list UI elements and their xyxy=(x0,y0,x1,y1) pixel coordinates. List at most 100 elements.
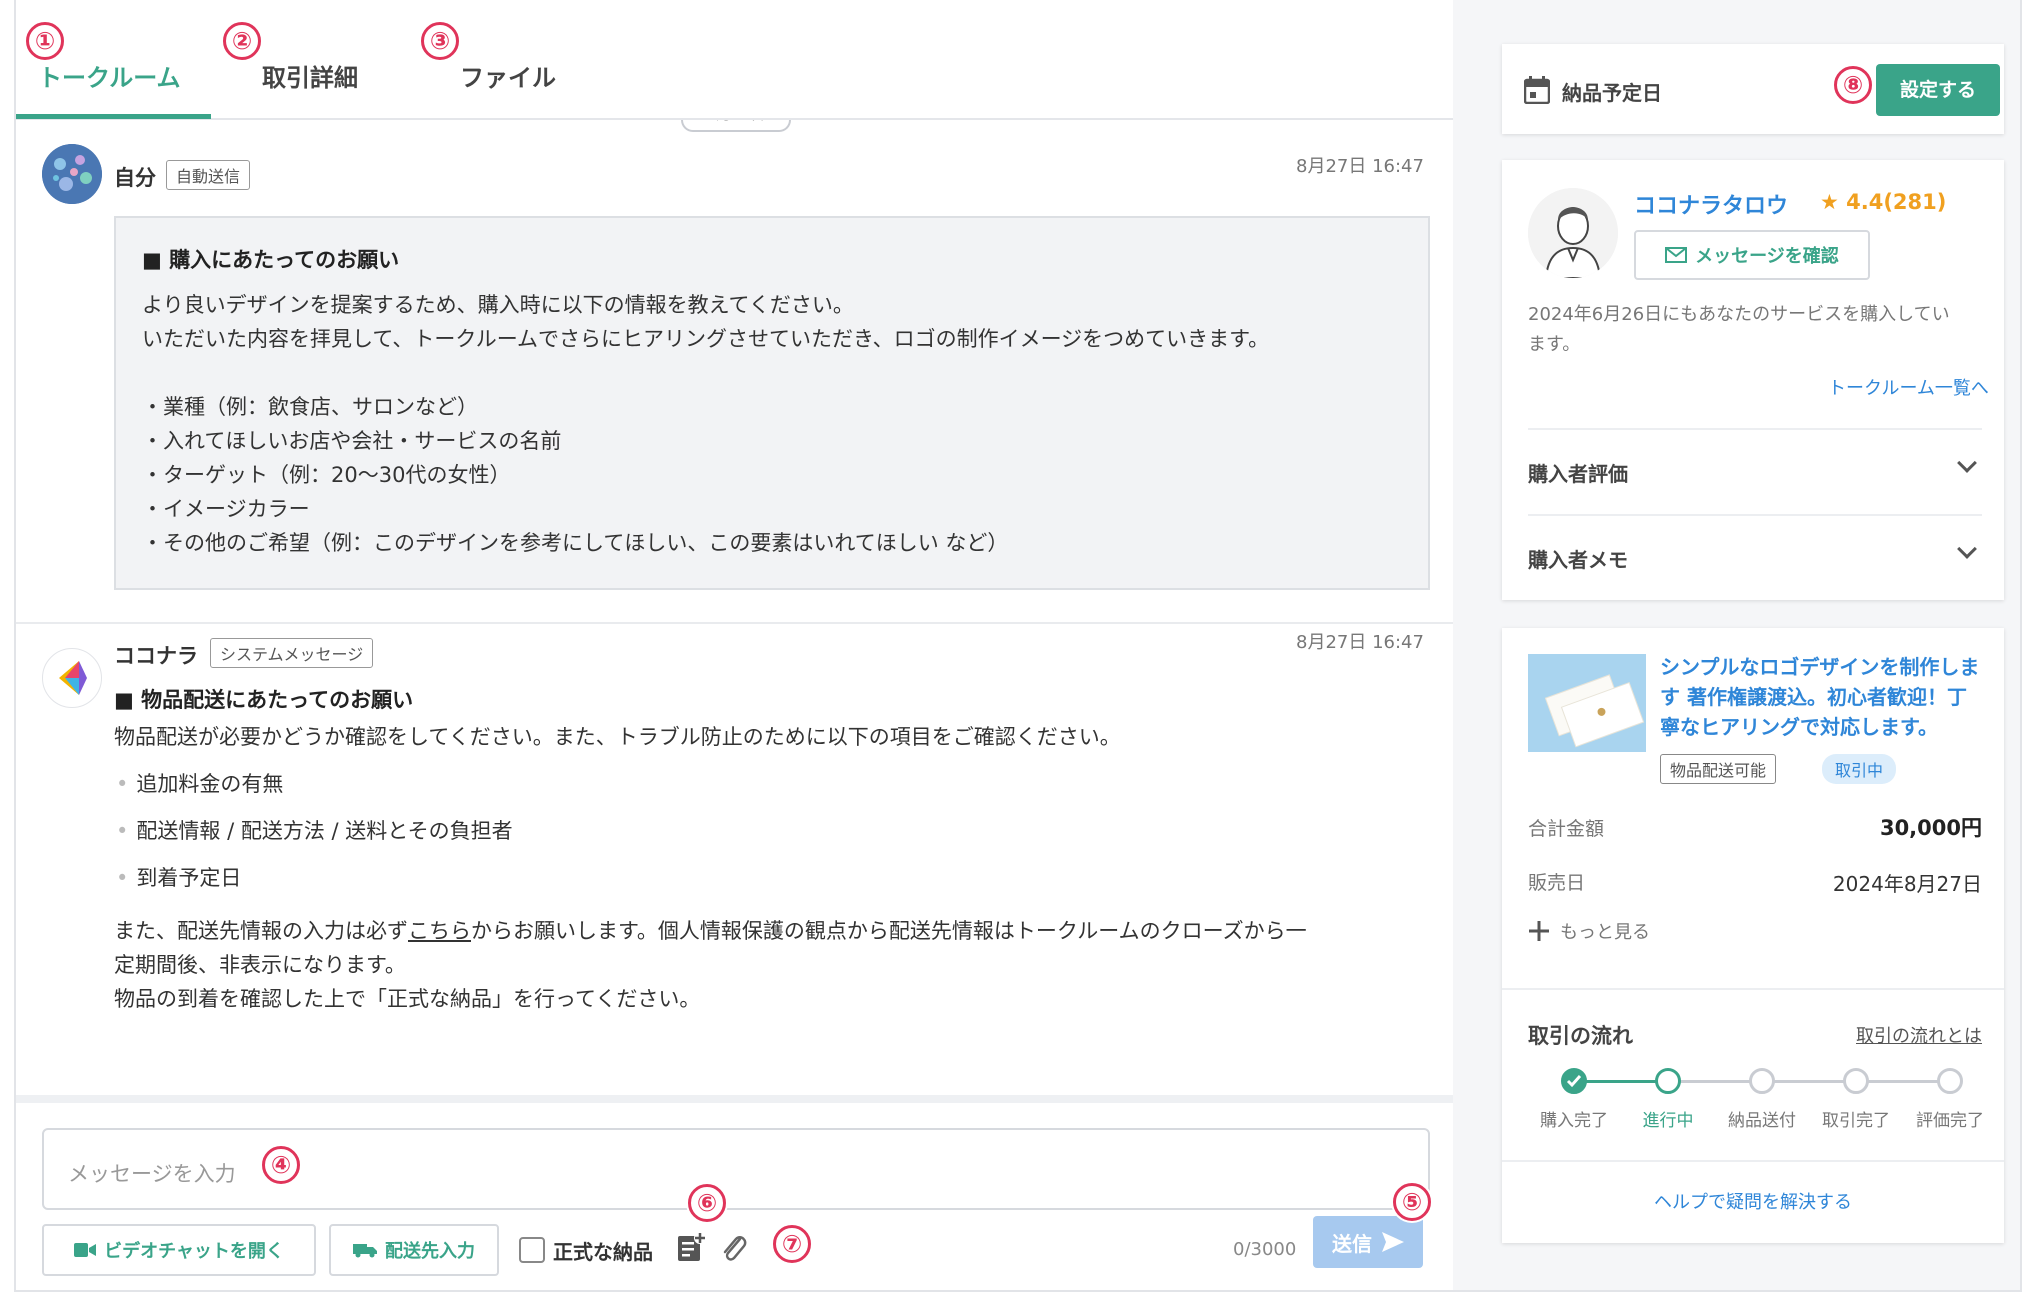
message-heading: ■ 物品配送にあたってのお願い xyxy=(114,688,414,712)
message-line: また、配送先情報の入力は必ずこちらからお願いします。個人情報保護の観点から配送先… xyxy=(114,914,1434,948)
message-line: より良いデザインを提案するため、購入時に以下の情報を教えてください。 xyxy=(142,293,854,317)
annotation-marker-1: ① xyxy=(26,22,64,60)
message-heading: ■ 購入にあたってのお願い xyxy=(142,248,400,272)
video-chat-button[interactable]: ビデオチャットを開く xyxy=(42,1224,316,1276)
annotation-marker-4: ④ xyxy=(262,1146,300,1184)
tab-bar: トークルーム 取引詳細 ファイル ① ② ③ xyxy=(16,0,1453,120)
service-title-line: シンプルなロゴデザインを制作しま xyxy=(1660,655,1980,679)
service-title-link[interactable]: シンプルなロゴデザインを制作しま す 著作権譲渡込。初心者歓迎！丁 寧なヒアリン… xyxy=(1660,652,1979,742)
avatar xyxy=(42,144,102,204)
list-item-text: 追加料金の有無 xyxy=(136,772,284,796)
flow-title: 取引の流れ xyxy=(1528,1024,1633,1048)
list-item: • 追加料金の有無 xyxy=(116,768,283,798)
bullet-dot: • xyxy=(116,772,129,796)
tab-talkroom[interactable]: トークルーム xyxy=(38,58,181,93)
message-input[interactable]: メッセージを入力 xyxy=(42,1128,1430,1210)
buyer-note: 2024年6月26日にもあなたのサービスを購入してい ます。 xyxy=(1528,300,1950,360)
step-pending-icon xyxy=(1749,1068,1775,1094)
service-title-line: す 著作権譲渡込。初心者歓迎！丁 xyxy=(1660,685,1967,709)
app-frame: トークルーム 取引詳細 ファイル ① ② ③ 8月27日 xyxy=(16,0,2020,1290)
paperclip-icon xyxy=(723,1236,747,1261)
service-thumbnail[interactable] xyxy=(1528,654,1646,752)
step-label: 購入完了 xyxy=(1540,1111,1608,1131)
divider xyxy=(1502,988,2004,990)
status-badge: 取引中 xyxy=(1822,754,1897,784)
show-more-label: もっと見る xyxy=(1560,922,1650,943)
shipping-address-label: 配送先入力 xyxy=(385,1241,475,1262)
shipping-info-link[interactable]: こちら xyxy=(408,919,471,943)
annotation-marker-7: ⑦ xyxy=(773,1225,811,1263)
document-add-icon[interactable] xyxy=(676,1231,706,1267)
step-label: 評価完了 xyxy=(1916,1111,1984,1131)
formal-delivery-label: 正式な納品 xyxy=(553,1240,653,1264)
message-body: ■ 購入にあたってのお願い より良いデザインを提案するため、購入時に以下の情報を… xyxy=(114,216,1430,590)
list-item: ・イメージカラー xyxy=(142,497,310,521)
list-item: ・入れてほしいお店や会社・サービスの名前 xyxy=(142,429,562,453)
attach-icon[interactable] xyxy=(720,1231,748,1269)
tab-files[interactable]: ファイル xyxy=(460,58,556,93)
list-item: ・ターゲット（例：20〜30代の女性） xyxy=(142,463,511,487)
buyer-note-line: ます。 xyxy=(1528,334,1581,355)
shipping-available-tag: 物品配送可能 xyxy=(1660,754,1777,784)
character-counter: 0/3000 xyxy=(1233,1239,1297,1260)
list-item-text: 到着予定日 xyxy=(136,866,242,890)
sale-date-value: 2024年8月27日 xyxy=(1832,872,1982,896)
annotation-marker-2: ② xyxy=(223,22,261,60)
message-item: ココナラ システムメッセージ 8月27日 16:47 ■ 物品配送にあたってのお… xyxy=(16,624,1453,1094)
talkroom-panel: トークルーム 取引詳細 ファイル ① ② ③ 8月27日 xyxy=(16,0,1453,1290)
sender-name: 自分 xyxy=(114,166,156,190)
annotation-marker-8: ⑧ xyxy=(1834,66,1872,104)
tab-transaction-details[interactable]: 取引詳細 xyxy=(262,58,358,93)
buyer-memo-accordion[interactable]: 購入者メモ xyxy=(1502,516,2004,600)
service-title-line: 寧なヒアリングで対応します。 xyxy=(1660,715,1938,739)
talkroom-list-link[interactable]: トークルーム一覧へ xyxy=(1828,374,1989,400)
step-label: 納品送付 xyxy=(1728,1111,1796,1131)
divider xyxy=(1502,1160,2004,1162)
chevron-down-icon xyxy=(1957,453,1977,473)
video-chat-label: ビデオチャットを開く xyxy=(104,1241,284,1262)
list-item: • 到着予定日 xyxy=(116,862,241,892)
annotation-marker-3: ③ xyxy=(421,22,459,60)
sale-date-label: 販売日 xyxy=(1528,872,1586,894)
buyer-card: ココナラタロウ ★ 4.4(281) メッセージを確認 2024年6月26日にも… xyxy=(1502,160,2004,600)
text-segment: また、配送先情報の入力は必ず xyxy=(114,919,408,943)
plus-icon xyxy=(1529,921,1549,941)
avatar xyxy=(42,648,102,708)
check-icon xyxy=(1566,1075,1582,1088)
help-link[interactable]: ヘルプで疑問を解決する xyxy=(1502,1188,2004,1214)
send-button[interactable]: 送信 xyxy=(1313,1216,1423,1268)
bullet-dot: • xyxy=(116,866,129,890)
shipping-address-button[interactable]: 配送先入力 xyxy=(329,1224,499,1276)
list-item: • 配送情報 / 配送方法 / 送料とその負担者 xyxy=(116,815,513,845)
text-segment: からお願いします。個人情報保護の観点から配送先情報はトークルームのクローズから一 xyxy=(471,919,1307,943)
buyer-evaluation-label: 購入者評価 xyxy=(1528,462,1628,486)
video-camera-icon xyxy=(74,1243,97,1257)
sender-name: ココナラ xyxy=(114,644,198,668)
buyer-avatar xyxy=(1528,188,1618,278)
delivery-date-card: 納品予定日 設定する ⑧ xyxy=(1502,44,2004,134)
input-placeholder: メッセージを入力 xyxy=(68,1162,236,1186)
annotation-marker-5: ⑤ xyxy=(1393,1183,1431,1221)
mail-icon xyxy=(1665,247,1688,263)
document-add-icon-svg xyxy=(678,1232,706,1261)
message-composer: メッセージを入力 ④ ビデオチャットを開く 配送先入力 正式な納品 ⑥ ⑦ 0/… xyxy=(16,1095,1453,1290)
show-more-button[interactable]: もっと見る xyxy=(1528,918,1650,944)
flow-info-link[interactable]: 取引の流れとは xyxy=(1856,1022,1982,1048)
system-message-tag: システムメッセージ xyxy=(210,638,374,668)
auto-send-tag: 自動送信 xyxy=(166,160,251,190)
flow-progress xyxy=(1574,1080,1668,1083)
formal-delivery-checkbox[interactable] xyxy=(519,1237,545,1263)
step-pending-icon xyxy=(1843,1068,1869,1094)
coconala-logo-icon xyxy=(59,661,87,695)
set-delivery-date-button[interactable]: 設定する xyxy=(1876,64,2000,116)
buyer-name-link[interactable]: ココナラタロウ xyxy=(1634,188,1788,220)
message-list[interactable]: 自分 自動送信 8月27日 16:47 ■ 購入にあたってのお願い より良いデザ… xyxy=(16,120,1453,1095)
buyer-evaluation-accordion[interactable]: 購入者評価 xyxy=(1502,430,2004,514)
total-amount-label: 合計金額 xyxy=(1528,818,1605,840)
chevron-down-icon xyxy=(1957,539,1977,559)
step-complete-icon xyxy=(1561,1068,1587,1094)
calendar-icon xyxy=(1524,76,1550,104)
message-timestamp: 8月27日 16:47 xyxy=(1296,632,1424,653)
check-message-button[interactable]: メッセージを確認 xyxy=(1634,230,1870,280)
avatar-image xyxy=(42,144,102,204)
